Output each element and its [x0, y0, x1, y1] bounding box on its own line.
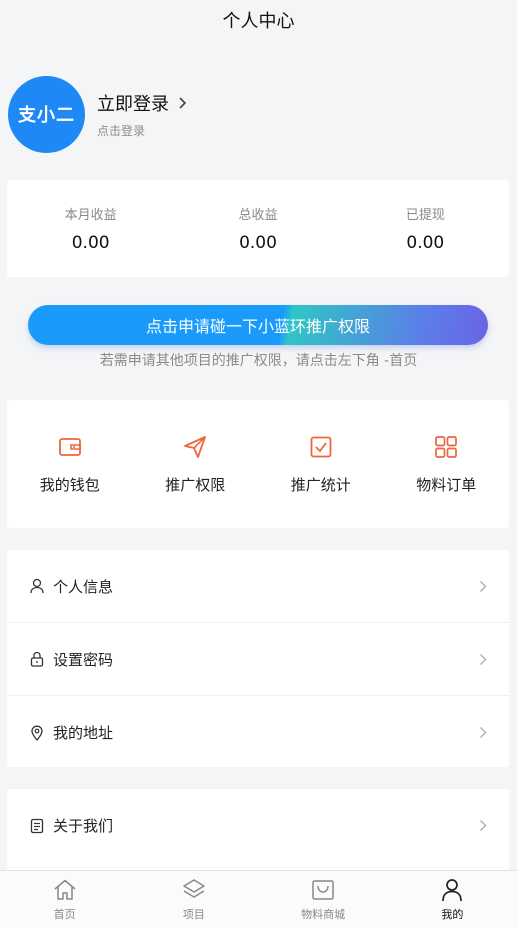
feature-label: 物料订单: [416, 475, 477, 494]
earning-label: 已提现: [405, 208, 445, 223]
menu-item-label: 设置密码: [53, 650, 114, 669]
chevron-right-icon: [480, 820, 487, 831]
location-pin-icon: [31, 725, 43, 741]
wallet-icon: [58, 437, 81, 456]
login-subtitle: 点击登录: [97, 123, 146, 138]
login-label: 立即登录: [97, 93, 169, 115]
tab-projects[interactable]: 项目: [129, 871, 258, 928]
earning-value: 0.00: [406, 233, 445, 253]
menu-item-about-us[interactable]: 关于我们: [7, 789, 509, 862]
tab-mine[interactable]: 我的: [388, 871, 517, 928]
tab-label: 首页: [53, 908, 76, 921]
earning-total: 总收益 0.00: [174, 180, 341, 277]
tab-label: 我的: [441, 908, 464, 921]
feature-wallet[interactable]: 我的钱包: [7, 400, 133, 528]
settings-menu: 个人信息 设置密码 我的地址: [7, 550, 509, 767]
login-link[interactable]: 立即登录: [97, 90, 187, 116]
document-icon: [30, 818, 44, 833]
chevron-right-icon: [480, 727, 487, 738]
earning-value: 0.00: [71, 233, 110, 253]
home-icon: [54, 879, 76, 900]
user-icon: [30, 578, 44, 594]
feature-promotion-stats[interactable]: 推广统计: [258, 400, 384, 528]
earning-monthly: 本月收益 0.00: [7, 180, 174, 277]
page-title: 个人中心: [222, 11, 295, 32]
feature-promotion-permission[interactable]: 推广权限: [133, 400, 259, 528]
tab-home[interactable]: 首页: [0, 871, 129, 928]
feature-label: 推广统计: [290, 475, 351, 494]
menu-item-label: 个人信息: [53, 577, 114, 596]
apply-hint: 若需申请其他项目的推广权限，请点击左下角 -首页: [99, 353, 418, 369]
menu-item-set-password[interactable]: 设置密码: [7, 623, 509, 696]
chevron-right-icon: [179, 96, 187, 109]
about-menu: 关于我们: [7, 789, 509, 871]
feature-material-orders[interactable]: 物料订单: [384, 400, 510, 528]
profile-section[interactable]: 支小二 立即登录 点击登录: [0, 66, 517, 162]
apply-button-label: 点击申请碰一下小蓝环推广权限: [145, 317, 370, 336]
feature-label: 推广权限: [165, 475, 226, 494]
bottom-tab-bar: 首页 项目 物料商城 我的: [0, 870, 517, 928]
lock-icon: [30, 651, 44, 667]
checkbox-icon: [310, 436, 332, 457]
paper-plane-icon: [184, 435, 207, 458]
avatar-text: 支小二: [18, 105, 75, 126]
apply-promotion-button[interactable]: 点击申请碰一下小蓝环推广权限: [28, 305, 488, 345]
chevron-right-icon: [480, 653, 487, 665]
feature-label: 我的钱包: [39, 475, 100, 494]
grid-icon: [435, 435, 458, 458]
earning-value: 0.00: [239, 233, 277, 253]
earning-withdrawn: 已提现 0.00: [342, 180, 509, 277]
earning-label: 总收益: [238, 208, 278, 223]
earnings-card: 本月收益 0.00 总收益 0.00 已提现 0.00: [7, 180, 509, 277]
tab-label: 物料商城: [301, 908, 346, 921]
tab-label: 项目: [182, 908, 205, 921]
menu-item-label: 关于我们: [53, 817, 114, 835]
menu-item-my-address[interactable]: 我的地址: [7, 696, 509, 769]
user-icon: [442, 879, 463, 902]
chevron-right-icon: [480, 580, 487, 592]
earning-label: 本月收益: [64, 208, 117, 223]
layers-icon: [183, 879, 205, 898]
features-card: 我的钱包 推广权限 推广统计 物料订单: [7, 400, 509, 528]
menu-item-label: 我的地址: [53, 724, 114, 742]
top-bar: 个人中心: [0, 0, 517, 40]
tab-material-mall[interactable]: 物料商城: [259, 871, 388, 928]
shopping-bag-icon: [312, 880, 334, 900]
avatar[interactable]: 支小二: [8, 75, 85, 153]
menu-item-personal-info[interactable]: 个人信息: [7, 550, 509, 623]
